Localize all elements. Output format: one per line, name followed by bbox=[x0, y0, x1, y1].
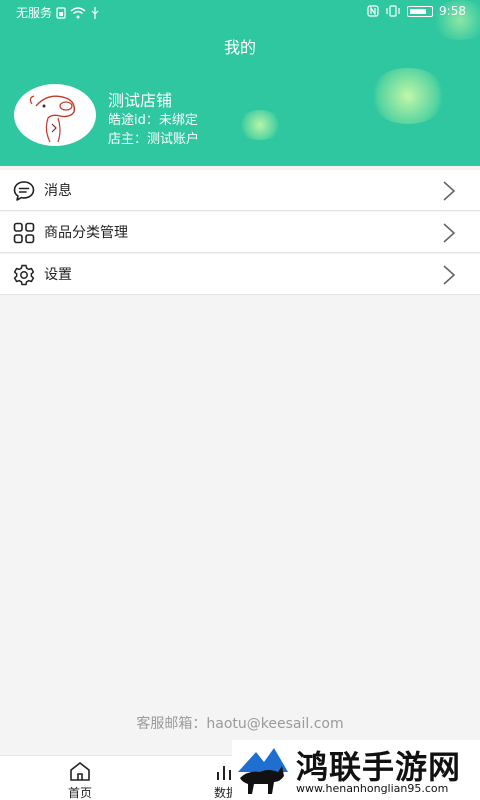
wifi-icon bbox=[70, 6, 86, 18]
vibrate-icon bbox=[386, 5, 400, 17]
bull-logo-icon bbox=[238, 748, 288, 794]
pig-sketch-icon bbox=[29, 95, 76, 143]
sim-icon bbox=[56, 6, 66, 19]
nfc-icon bbox=[367, 5, 379, 17]
menu-item-category-management[interactable]: 商品分类管理 bbox=[0, 212, 480, 253]
grid-four-icon bbox=[13, 222, 35, 244]
site-watermark: 鸿联手游网 www.henanhonglian95.com bbox=[232, 740, 480, 800]
status-bar: 无服务 9:58 bbox=[0, 0, 480, 24]
shop-owner: 店主：测试账户 bbox=[108, 132, 200, 147]
chevron-right-icon bbox=[443, 181, 456, 201]
chat-bubble-icon bbox=[13, 181, 35, 201]
watermark-url: www.henanhonglian95.com bbox=[296, 782, 449, 795]
chevron-right-icon bbox=[443, 223, 456, 243]
page-title: 我的 bbox=[223, 38, 256, 57]
haotu-id: 皓途id：未绑定 bbox=[108, 113, 198, 128]
profile-header: 无服务 9:58 我的 测试店铺 皓途id：未绑定 店主：测试账户 bbox=[0, 0, 480, 166]
chevron-right-icon bbox=[443, 265, 456, 285]
decorative-bubble bbox=[368, 68, 448, 124]
menu-list: 消息 商品分类管理 设置 bbox=[0, 170, 480, 296]
home-icon bbox=[70, 762, 90, 781]
clock-text: 9:58 bbox=[439, 4, 466, 18]
tab-home[interactable]: 首页 bbox=[50, 760, 110, 800]
decorative-bubble bbox=[238, 110, 282, 140]
menu-item-label: 商品分类管理 bbox=[44, 225, 128, 241]
usb-icon bbox=[91, 6, 99, 19]
carrier-text: 无服务 bbox=[16, 6, 53, 20]
battery-icon bbox=[407, 5, 434, 17]
menu-item-messages[interactable]: 消息 bbox=[0, 170, 480, 211]
menu-item-settings[interactable]: 设置 bbox=[0, 254, 480, 295]
tab-label: 首页 bbox=[67, 786, 92, 800]
customer-service-email: 客服邮箱：haotu@keesail.com bbox=[136, 716, 344, 732]
avatar[interactable] bbox=[14, 84, 96, 146]
gear-icon bbox=[13, 264, 35, 286]
menu-item-label: 消息 bbox=[44, 183, 72, 199]
menu-item-label: 设置 bbox=[44, 267, 72, 283]
shop-name: 测试店铺 bbox=[108, 91, 173, 110]
